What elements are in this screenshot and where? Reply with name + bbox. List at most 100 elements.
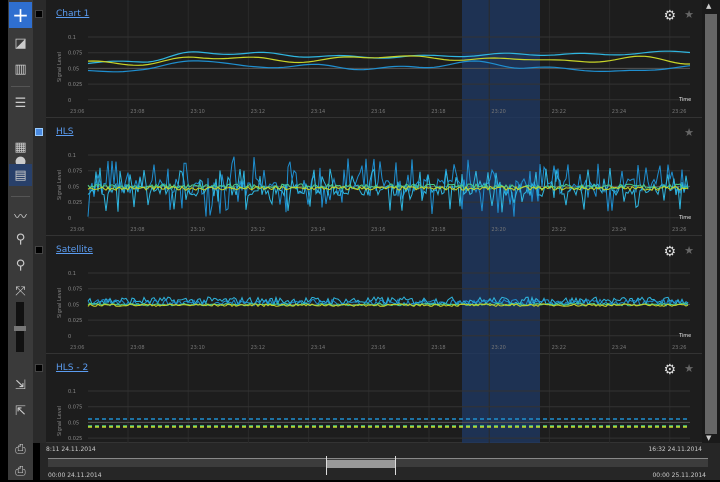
range-start-label: 00:00 24.11.2014 bbox=[48, 472, 102, 479]
x-tick-label: 23:14 bbox=[311, 345, 325, 351]
x-tick-label: 23:20 bbox=[491, 345, 505, 351]
x-tick-label: 23:20 bbox=[491, 227, 505, 233]
x-tick-label: 23:24 bbox=[612, 227, 626, 233]
chart-panel: 0.1 0.075 0.05 0.025 0 Signal Level 23:06 23:08… bbox=[46, 118, 702, 236]
x-tick-label: 23:14 bbox=[311, 227, 325, 233]
x-tick-label: 23:22 bbox=[552, 109, 566, 115]
series-line-yellow bbox=[87, 55, 690, 66]
y-tick-label: 0.05 bbox=[68, 420, 79, 426]
star-icon[interactable]: ★ bbox=[684, 244, 694, 257]
star-icon[interactable]: ★ bbox=[684, 8, 694, 21]
x-axis-label: Time bbox=[678, 97, 691, 103]
pointer-icon[interactable]: ⤧ bbox=[9, 280, 32, 302]
panel-checkbox[interactable] bbox=[35, 364, 43, 372]
chart-plot[interactable]: 0.1 0.075 0.05 0.025 0 Signal Level 23:06 23:08… bbox=[46, 0, 702, 118]
zoom-out-icon[interactable]: ⚲ bbox=[9, 254, 32, 276]
x-tick-label: 23:20 bbox=[491, 109, 505, 115]
y-axis-label: Signal Level bbox=[57, 406, 63, 436]
timeline-right-handle[interactable] bbox=[395, 456, 396, 475]
y-axis-label: Signal Level bbox=[57, 170, 63, 200]
gear-icon[interactable]: ⚙ bbox=[663, 8, 676, 24]
y-tick-label: 0 bbox=[68, 98, 71, 104]
add-chart-icon[interactable]: ◪ bbox=[9, 32, 32, 54]
left-toolbar: + ◪ ▥ ☰ ▦ ● ▤ 〰 ⚲ ⚲ ⤧ ⇲ ⇱ ⎙ ⎙ bbox=[8, 0, 33, 480]
export-icon[interactable]: ⇲ bbox=[9, 374, 32, 396]
highlight-range bbox=[462, 354, 540, 443]
vertical-scrollbar[interactable]: ▲ ▼ bbox=[702, 0, 720, 443]
x-tick-label: 23:16 bbox=[371, 345, 385, 351]
x-axis-label: Time bbox=[678, 215, 691, 221]
x-tick-label: 23:16 bbox=[371, 227, 385, 233]
x-tick-label: 23:22 bbox=[552, 227, 566, 233]
y-tick-label: 0.025 bbox=[68, 318, 82, 324]
chart-panel: 0.10.0750.050.0250Signal LevelHLS - 2⚙★ bbox=[46, 354, 702, 443]
y-tick-label: 0.075 bbox=[68, 405, 82, 411]
x-tick-label: 23:26 bbox=[672, 227, 686, 233]
scroll-up-icon[interactable]: ▲ bbox=[706, 2, 711, 10]
x-tick-label: 23:18 bbox=[431, 227, 445, 233]
x-tick-label: 23:10 bbox=[190, 345, 204, 351]
star-icon[interactable]: ★ bbox=[684, 362, 694, 375]
y-tick-label: 0 bbox=[68, 334, 71, 340]
scroll-thumb[interactable] bbox=[705, 14, 717, 434]
y-tick-label: 0.1 bbox=[68, 389, 76, 395]
chart-view-icon[interactable]: ▤ bbox=[9, 164, 32, 186]
y-tick-label: 0.05 bbox=[68, 302, 79, 308]
device-b-icon[interactable]: ⎙ bbox=[9, 460, 32, 482]
gear-icon[interactable]: ⚙ bbox=[663, 362, 676, 378]
timeline-left-handle[interactable] bbox=[326, 456, 327, 475]
timeline-window[interactable] bbox=[327, 460, 395, 468]
panel-checkbox-column bbox=[33, 0, 46, 443]
x-tick-label: 23:18 bbox=[431, 109, 445, 115]
panel-checkbox[interactable] bbox=[35, 10, 43, 18]
chart-panels: 0.1 0.075 0.05 0.025 0 Signal Level 23:06 23:08… bbox=[46, 0, 702, 443]
y-tick-label: 0.1 bbox=[68, 153, 76, 159]
y-tick-label: 0.075 bbox=[68, 287, 82, 293]
x-tick-label: 23:12 bbox=[251, 227, 265, 233]
range-end-label: 00:00 25.11.2014 bbox=[652, 472, 706, 479]
timeline-navigator[interactable]: 8:11 24.11.2014 16:32 24.11.2014 00:00 2… bbox=[40, 443, 720, 480]
chart-plot[interactable]: 0.1 0.075 0.05 0.025 0 Signal Level 23:06 23:08… bbox=[46, 118, 702, 236]
chart-panel: 0.1 0.075 0.05 0.025 0 Signal Level 23:06 23:08… bbox=[46, 236, 702, 354]
list-icon[interactable]: ☰ bbox=[9, 92, 32, 114]
x-tick-label: 23:14 bbox=[311, 109, 325, 115]
x-axis-label: Time bbox=[678, 333, 691, 339]
scroll-down-icon[interactable]: ▼ bbox=[706, 434, 711, 442]
y-tick-label: 0.025 bbox=[68, 436, 82, 442]
timeline-end-label: 16:32 24.11.2014 bbox=[648, 446, 702, 453]
signal-icon[interactable]: 〰 bbox=[9, 204, 32, 226]
x-tick-label: 23:08 bbox=[130, 345, 144, 351]
x-tick-label: 23:10 bbox=[190, 109, 204, 115]
zoom-in-icon[interactable]: ⚲ bbox=[9, 228, 32, 250]
y-axis-label: Signal Level bbox=[57, 288, 63, 318]
gear-icon[interactable]: ⚙ bbox=[663, 244, 676, 260]
panel-checkbox[interactable] bbox=[35, 246, 43, 254]
panel-title-link[interactable]: Chart 1 bbox=[56, 9, 89, 19]
x-tick-label: 23:10 bbox=[190, 227, 204, 233]
x-tick-label: 23:16 bbox=[371, 109, 385, 115]
x-tick-label: 23:24 bbox=[612, 345, 626, 351]
y-axis-label: Signal Level bbox=[57, 52, 63, 82]
x-tick-label: 23:06 bbox=[70, 109, 84, 115]
chart-plot[interactable]: 0.10.0750.050.0250Signal Level bbox=[46, 354, 702, 443]
y-tick-label: 0.075 bbox=[68, 169, 82, 175]
x-tick-label: 23:06 bbox=[70, 345, 84, 351]
x-tick-label: 23:22 bbox=[552, 345, 566, 351]
panel-title-link[interactable]: HLS bbox=[56, 127, 74, 137]
add-icon[interactable]: + bbox=[9, 2, 32, 28]
y-tick-label: 0.05 bbox=[68, 184, 79, 190]
x-tick-label: 23:06 bbox=[70, 227, 84, 233]
star-icon[interactable]: ★ bbox=[684, 126, 694, 139]
zoom-slider[interactable] bbox=[14, 302, 26, 352]
y-tick-label: 0.025 bbox=[68, 82, 82, 88]
x-tick-label: 23:26 bbox=[672, 345, 686, 351]
panel-checkbox[interactable] bbox=[35, 128, 43, 136]
import-icon[interactable]: ⇱ bbox=[9, 400, 32, 422]
delete-icon[interactable]: ▥ bbox=[9, 58, 32, 80]
device-a-icon[interactable]: ⎙ bbox=[9, 438, 32, 460]
panel-title-link[interactable]: Satellite bbox=[56, 245, 93, 255]
panel-title-link[interactable]: HLS - 2 bbox=[56, 363, 88, 373]
y-tick-label: 0.05 bbox=[68, 66, 79, 72]
chart-plot[interactable]: 0.1 0.075 0.05 0.025 0 Signal Level 23:06 23:08… bbox=[46, 236, 702, 354]
y-tick-label: 0 bbox=[68, 216, 71, 222]
